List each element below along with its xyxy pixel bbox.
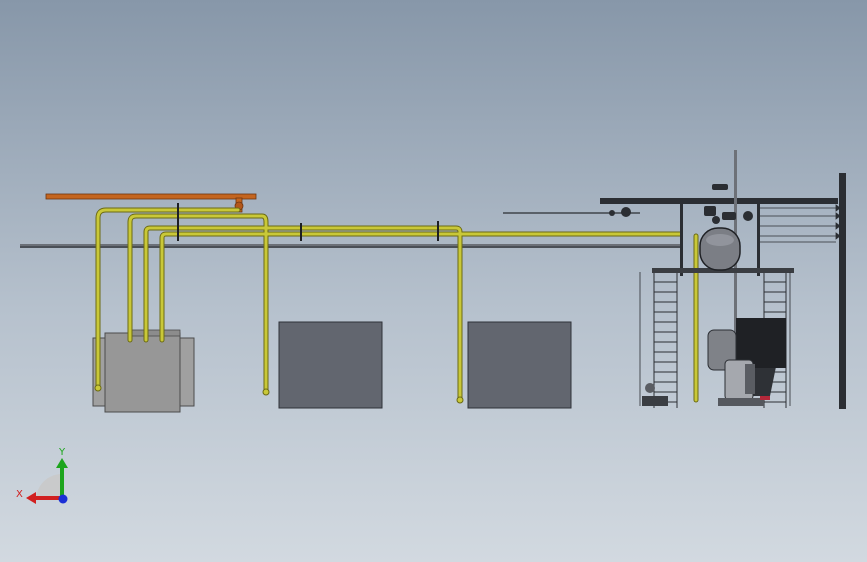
z-axis-dot xyxy=(58,494,68,504)
steam-drum xyxy=(699,227,741,271)
tank-right xyxy=(467,321,572,409)
main-grey-pipe xyxy=(20,244,680,248)
tank-middle xyxy=(278,321,383,409)
thin-pipe-right xyxy=(503,207,640,217)
boiler-plant xyxy=(600,150,846,409)
x-axis-label: X xyxy=(16,489,23,500)
cad-viewport[interactable]: Y X xyxy=(0,0,867,562)
tank-left xyxy=(92,329,195,413)
pump-skid xyxy=(642,383,668,406)
y-axis-label: Y xyxy=(58,447,66,458)
y-axis-arrowhead xyxy=(56,458,68,468)
x-axis-arrowhead xyxy=(26,492,36,504)
burner-assembly xyxy=(707,318,786,406)
axis-triad: Y X xyxy=(16,447,68,504)
